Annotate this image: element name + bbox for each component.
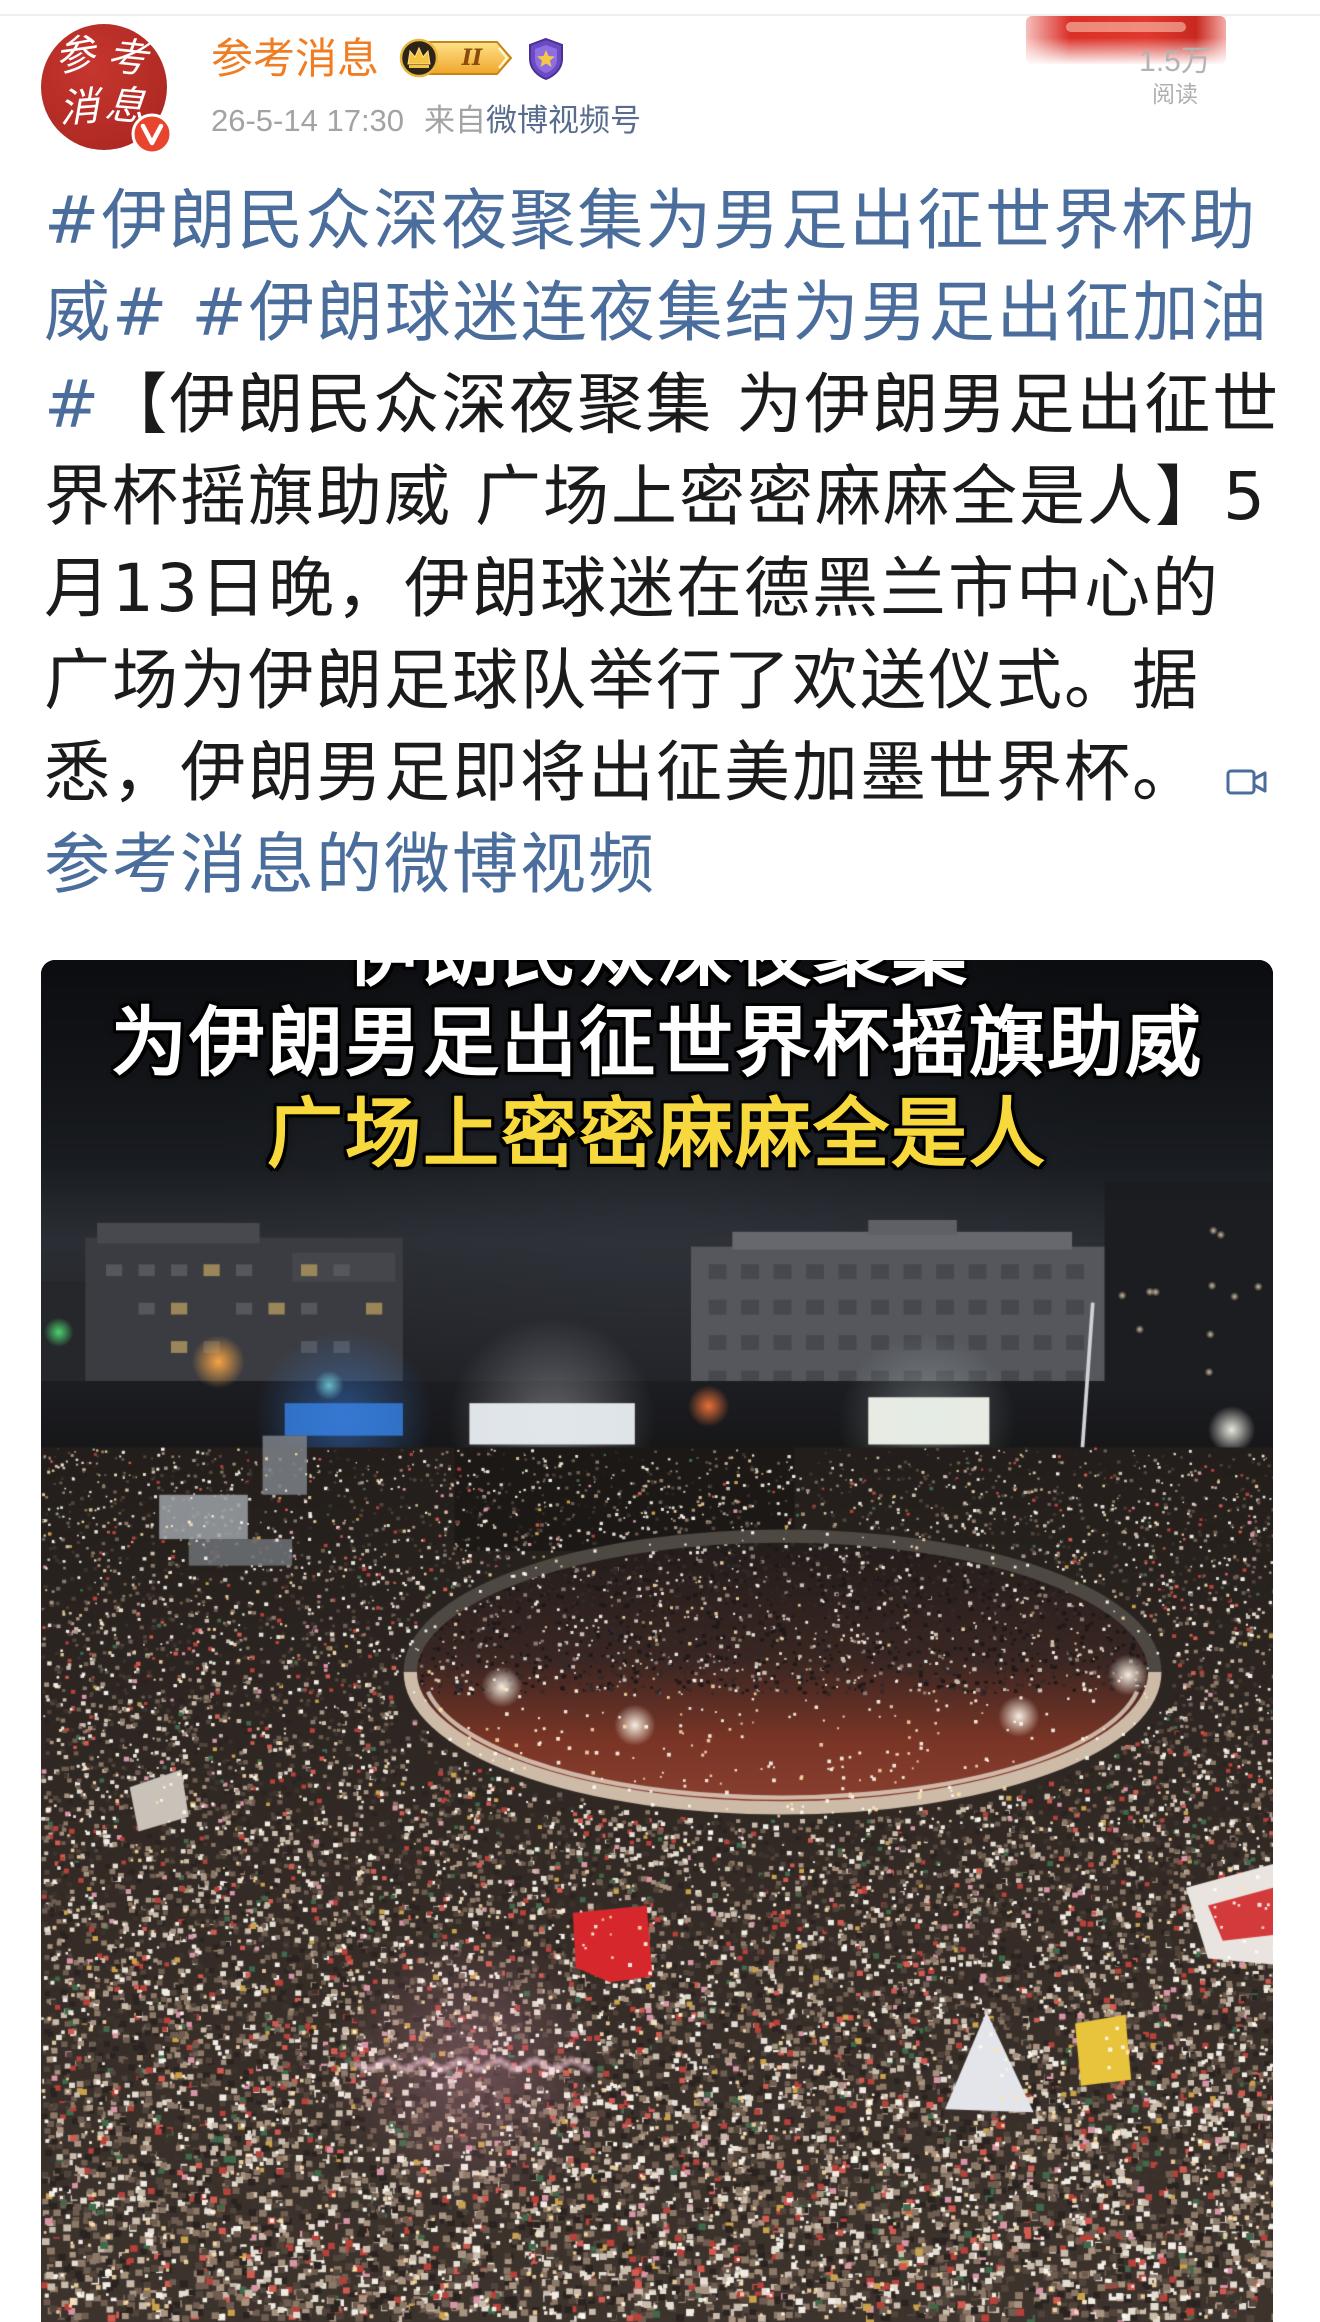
username[interactable]: 参考消息 [211,32,379,86]
source-link[interactable]: 微博视频号 [486,103,641,138]
avatar-logo-char: 参 [51,30,99,82]
post-line: #伊朗民众深夜聚集为男足出征世界杯助 [44,175,1284,267]
post-text-segment: 界杯摇旗助威 广场上密密麻麻全是人】5 [44,458,1267,535]
read-count: 1.5万 [1139,45,1211,78]
video-caption-line: 为伊朗男足出征世界杯摇旗助威 [111,998,1203,1087]
hashtag-link[interactable]: #伊朗球迷连夜集结为男足出征加油 [191,274,1268,351]
verified-icon [131,113,173,155]
post-text-segment: 月13日晚，伊朗球迷在德黑兰市中心的 [44,550,1220,627]
hashtag-link[interactable]: #伊朗民众深夜聚集为男足出征世界杯助 [44,182,1257,259]
hashtag-link[interactable]: 威# [44,274,169,351]
hashtag-link[interactable]: # [44,366,101,443]
video-camera-icon[interactable] [1226,729,1268,795]
post-body: #伊朗民众深夜聚集为男足出征世界杯助 威# #伊朗球迷连夜集结为男足出征加油 #【… [44,175,1284,911]
shield-icon[interactable] [526,37,566,81]
level-badge-label: II [461,45,483,71]
post-line: 威# #伊朗球迷连夜集结为男足出征加油 [44,267,1284,359]
post-text-segment: 【伊朗民众深夜聚集 为伊朗男足出征世 [101,366,1281,443]
post-meta: 26-5-14 17:30 来自微博视频号 [211,100,641,142]
source-prefix: 来自 [424,103,487,138]
post-line: 广场为伊朗足球队举行了欢送仪式。据 [44,635,1284,727]
level-badge[interactable]: II [399,38,515,78]
video-source-link[interactable]: 参考消息的微博视频 [44,826,656,903]
avatar-logo-char: 消 [57,83,101,133]
post-line: 参考消息的微博视频 [44,819,1284,911]
post-line: 月13日晚，伊朗球迷在德黑兰市中心的 [44,543,1284,635]
post-line: #【伊朗民众深夜聚集 为伊朗男足出征世 [44,359,1284,451]
weibo-post-page: 参 考 消 息 参考消息 II 26-5-14 17:30 来自微博视频号 1.… [0,0,1320,2322]
post-text-segment: 悉，伊朗男足即将出征美加墨世界杯。 [44,734,1200,811]
video-player[interactable]: 伊朗民众深夜聚集 为伊朗男足出征世界杯摇旗助威 广场上密密麻麻全是人 [41,960,1273,2322]
post-text-segment: 广场为伊朗足球队举行了欢送仪式。据 [44,642,1200,719]
read-count-block: 1.5万 阅读 [1110,42,1240,110]
video-caption-line: 伊朗民众深夜聚集 [41,960,1273,998]
post-line: 悉，伊朗男足即将出征美加墨世界杯。 [44,727,1284,819]
avatar-logo-char: 考 [104,33,150,83]
read-label: 阅读 [1152,82,1198,108]
post-line: 界杯摇旗助威 广场上密密麻麻全是人】5 [44,451,1284,543]
video-caption-highlight: 广场上密密麻麻全是人 [267,1089,1047,1178]
post-timestamp: 26-5-14 17:30 [211,103,405,138]
